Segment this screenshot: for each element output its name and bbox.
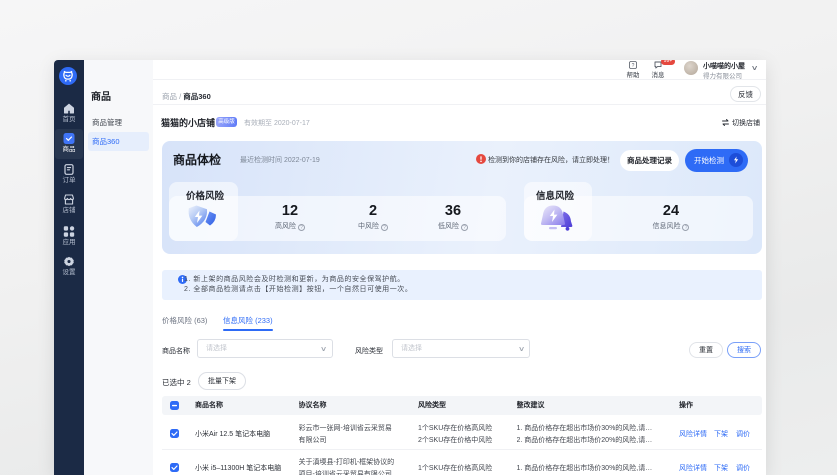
- svg-text:?: ?: [632, 63, 635, 69]
